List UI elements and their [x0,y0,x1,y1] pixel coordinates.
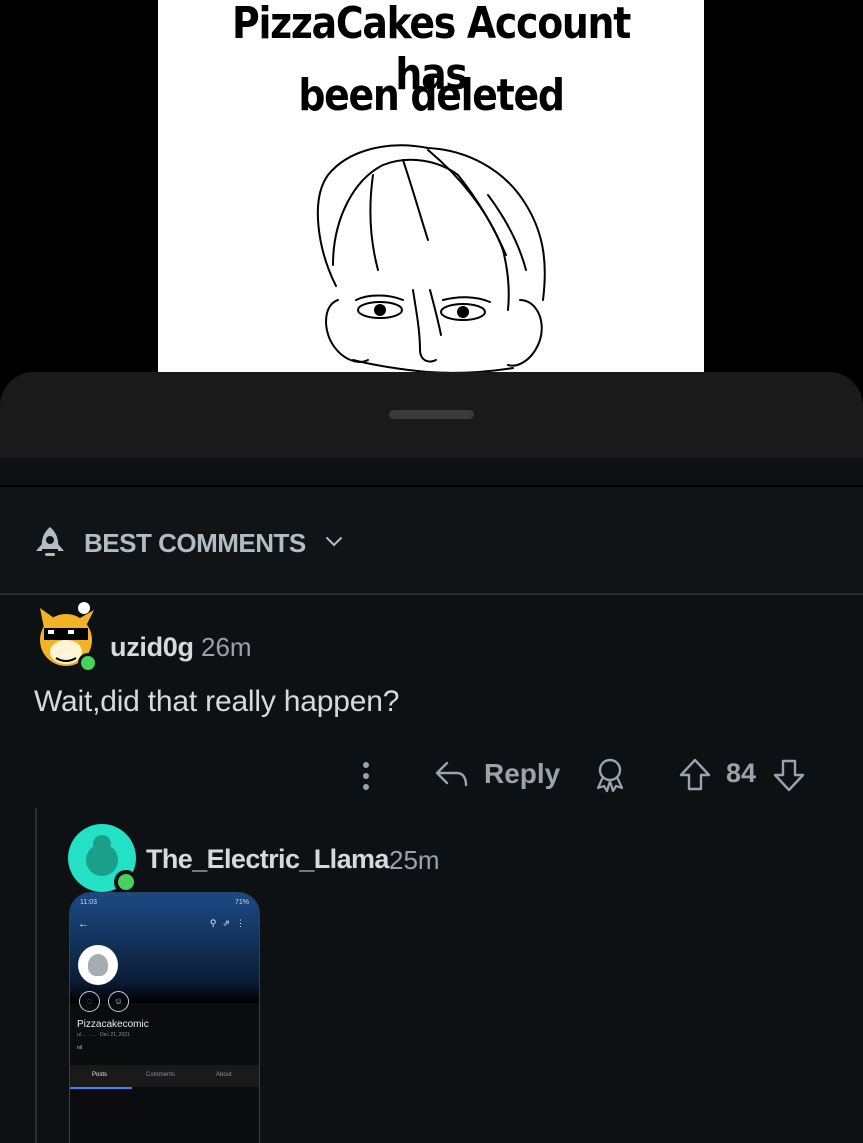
status-time: 11:03 [80,899,97,906]
reply-timestamp: 25m [389,845,440,875]
comment-username[interactable]: uzid0g [110,632,194,663]
tab-comments: Comments [146,1072,176,1078]
comment-actions: Reply 84 [0,750,863,800]
avatar[interactable] [36,598,100,678]
toolbar-icons: ⚲⇗⋮ [209,918,251,928]
divider [0,593,863,595]
sort-selector[interactable]: BEST COMMENTS [0,488,863,592]
profile-bio: nil [77,1045,83,1051]
reply-username[interactable]: The_Electric_Llama [146,844,389,875]
divider [0,485,863,487]
reply-icon [435,761,468,787]
avatar[interactable] [68,824,140,896]
chat-icon: ◌ [79,991,100,1012]
tab-about: About [216,1072,232,1078]
tab-underline [70,1087,132,1089]
sort-label: BEST COMMENTS [84,528,306,558]
rocket-icon [36,527,64,556]
sheet-header[interactable] [0,372,863,458]
profile-avatar [78,945,118,985]
more-options-icon[interactable] [359,760,373,792]
comment-timestamp: 26m [201,632,252,662]
profile-tabs: Posts Comments About [70,1065,259,1087]
profile-meta: u/… · … · Dec 21, 2021 [77,1032,130,1038]
reply-label: Reply [484,758,561,789]
attached-screenshot[interactable]: 11:03 71% ← ⚲⇗⋮ ◌ ☺ Pizzacakecomic u/… ·… [69,892,260,1143]
downvote-icon[interactable] [772,757,806,793]
chevron-down-icon [326,537,342,547]
comments-sheet: BEST COMMENTS uzid0g 26m Wait,did that r… [0,372,863,1143]
upvote-icon[interactable] [678,757,712,793]
comment-body: Wait,did that really happen? [34,685,400,718]
award-icon[interactable] [593,756,627,794]
back-arrow-icon: ← [78,918,89,930]
vote-score: 84 [726,758,757,788]
follow-icon: ☺ [108,991,129,1012]
profile-name: Pizzacakecomic [77,1019,149,1030]
thread-line[interactable] [35,808,37,1143]
drag-handle[interactable] [389,410,474,419]
face-drawing [316,144,546,374]
post-image[interactable]: PizzaCakes Account has been deleted [158,0,704,380]
status-battery: 71% [234,899,249,906]
tab-posts: Posts [92,1072,108,1078]
